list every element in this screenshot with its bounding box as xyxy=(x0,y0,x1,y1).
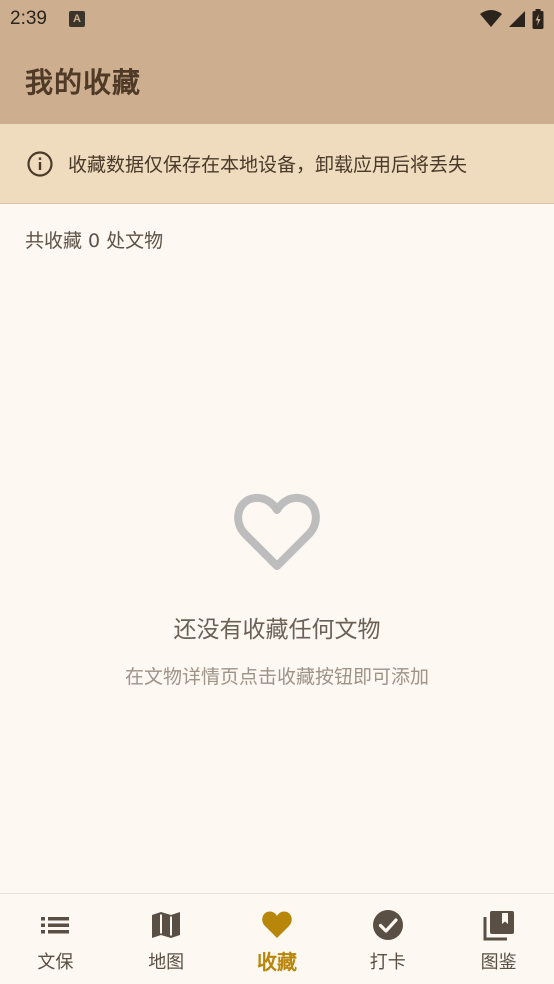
nav-item-gallery[interactable]: 图鉴 xyxy=(443,894,554,984)
notification-icon: A xyxy=(68,11,85,27)
nav-item-map[interactable]: 地图 xyxy=(111,894,222,984)
status-bar: 2:39 A xyxy=(0,0,554,38)
empty-subtitle: 在文物详情页点击收藏按钮即可添加 xyxy=(124,666,429,688)
signal-icon xyxy=(509,11,525,27)
battery-icon xyxy=(532,9,544,29)
nav-label: 图鉴 xyxy=(480,952,517,973)
nav-item-favorites[interactable]: 收藏 xyxy=(222,894,333,984)
nav-label: 地图 xyxy=(148,952,185,973)
list-icon xyxy=(41,917,70,934)
page-title: 我的收藏 xyxy=(25,66,142,99)
nav-item-checkin[interactable]: 打卡 xyxy=(332,894,443,984)
nav-label: 收藏 xyxy=(256,950,297,974)
favorites-count: 共收藏 0 处文物 xyxy=(25,230,164,252)
wifi-icon xyxy=(480,10,502,27)
heart-outline-icon xyxy=(234,493,320,570)
notice-banner: 收藏数据仅保存在本地设备，卸载应用后将丢失 xyxy=(0,124,554,204)
heart-icon xyxy=(262,911,292,938)
nav-label: 打卡 xyxy=(369,952,406,973)
notice-text: 收藏数据仅保存在本地设备，卸载应用后将丢失 xyxy=(68,154,468,176)
status-indicators xyxy=(480,9,544,29)
bottom-nav: 文保 地图 收藏 打卡 图鉴 xyxy=(0,893,554,984)
map-icon xyxy=(152,912,181,938)
status-time: 2:39 xyxy=(10,8,47,29)
photo-library-icon xyxy=(483,911,514,941)
empty-title: 还没有收藏任何文物 xyxy=(173,617,381,643)
nav-label: 文保 xyxy=(37,952,74,973)
info-icon xyxy=(27,150,53,177)
app-bar: 我的收藏 xyxy=(0,38,554,124)
empty-state: 还没有收藏任何文物 在文物详情页点击收藏按钮即可添加 xyxy=(0,490,554,689)
check-circle-icon xyxy=(372,910,403,940)
nav-item-wenbao[interactable]: 文保 xyxy=(0,894,111,984)
